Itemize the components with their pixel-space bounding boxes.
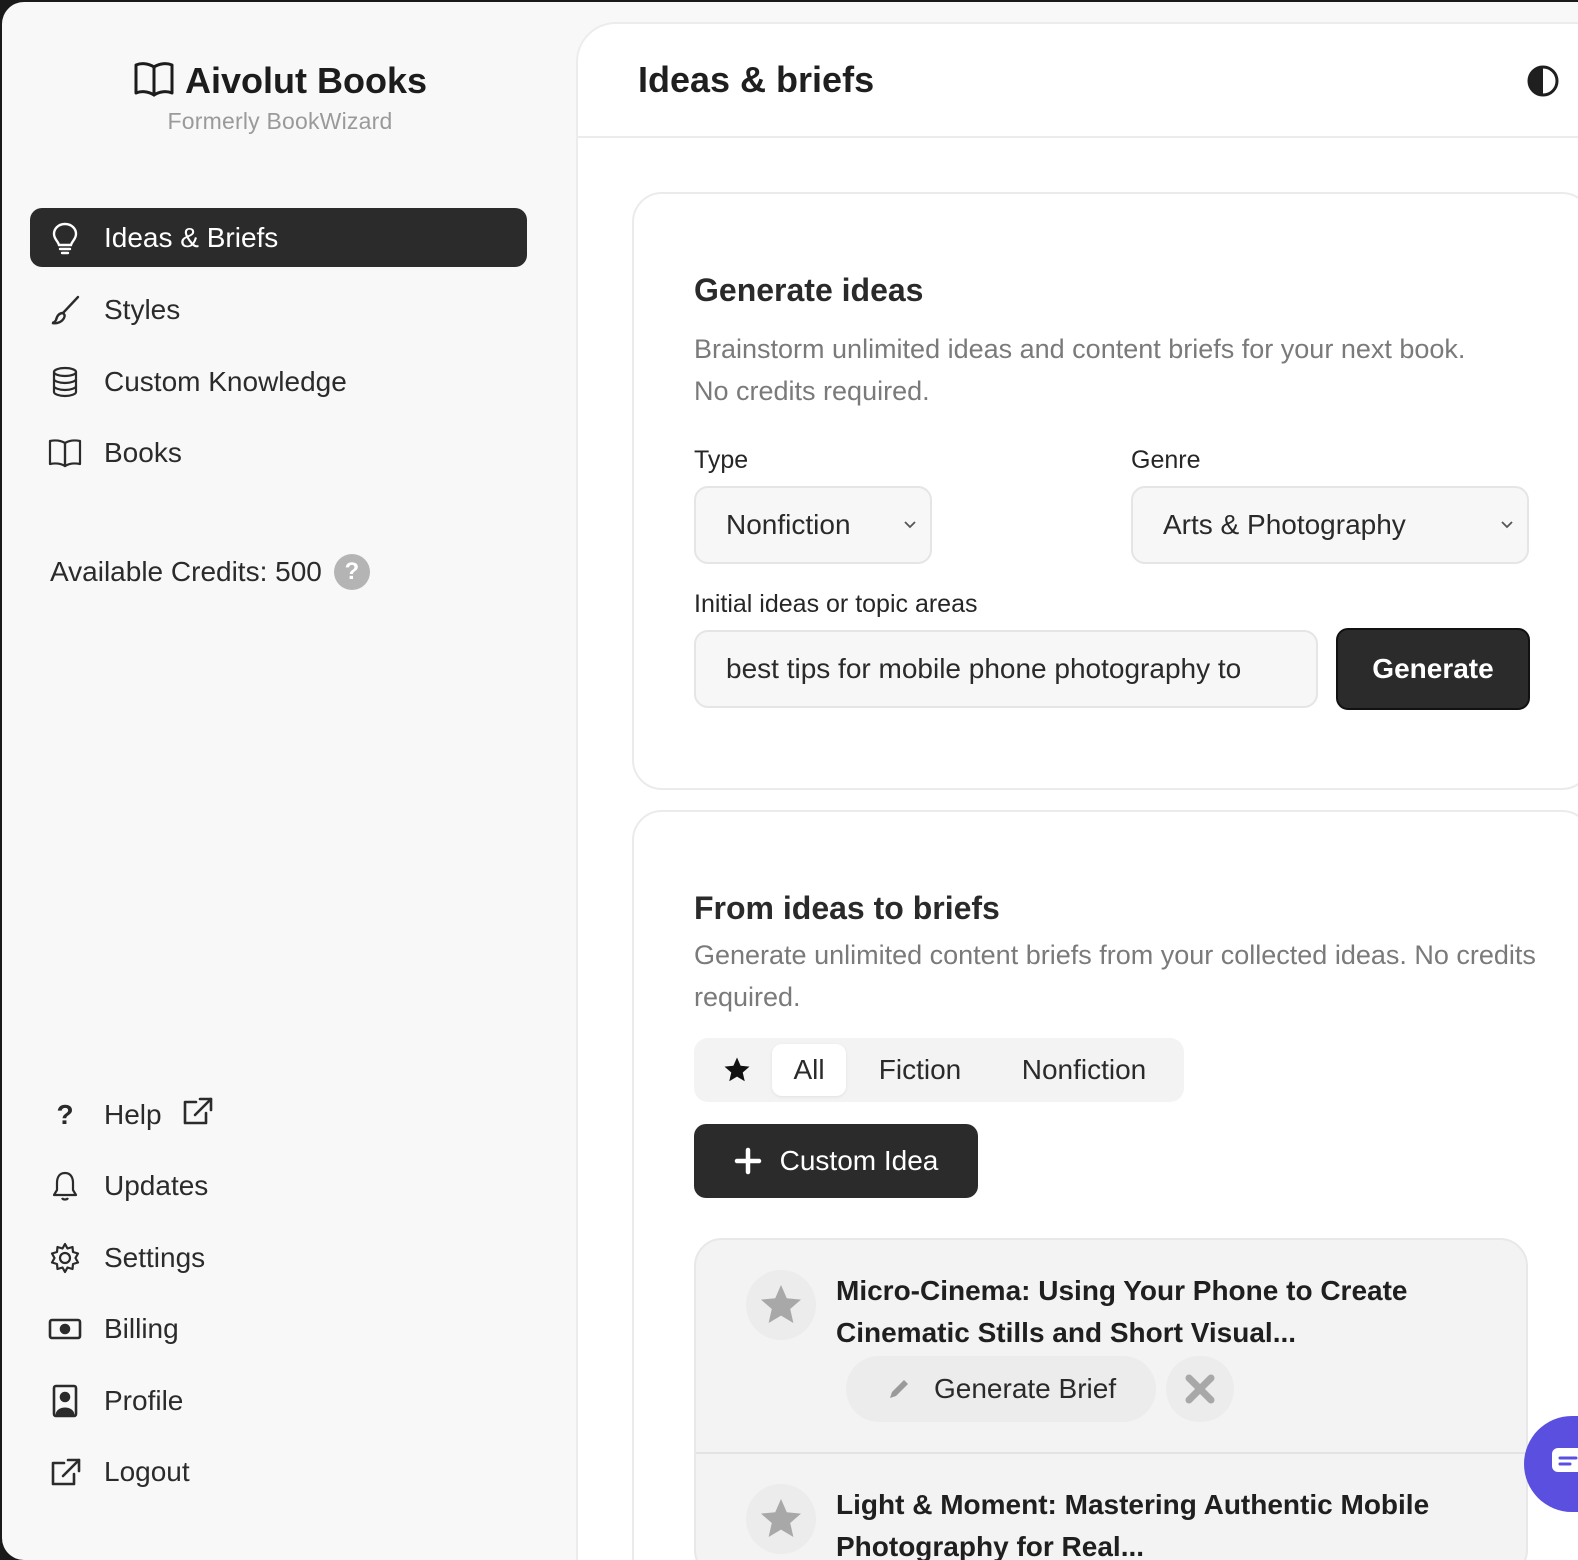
nav-label: Styles [104,293,181,325]
chevron-down-icon [1501,521,1513,529]
brand-subtitle: Formerly BookWizard [167,108,393,134]
briefs-title: From ideas to briefs [694,890,1000,926]
genre-select-value: Arts & Photography [1163,509,1406,540]
credits-label: Available Credits: 500 [50,556,322,587]
generate-ideas-card: Generate ideas Brainstorm unlimited idea… [632,192,1578,790]
topic-label: Initial ideas or topic areas [694,590,978,618]
close-icon [1185,1374,1215,1404]
sidebar: Aivolut Books Formerly BookWizard Ideas … [2,2,576,1560]
bell-icon [48,1169,82,1203]
nav-label: Billing [104,1312,179,1344]
nav-ideas-briefs[interactable]: Ideas & Briefs [30,208,527,267]
nav-settings[interactable]: Settings [30,1228,527,1287]
idea-filter-tabs: All Fiction Nonfiction [694,1038,1184,1102]
credits-help-icon[interactable]: ? [333,554,370,590]
nav-label: Help [104,1098,162,1130]
money-icon [48,1312,82,1346]
idea-title[interactable]: Micro-Cinema: Using Your Phone to Create… [836,1270,1476,1354]
brand: Aivolut Books Formerly BookWizard [2,60,558,135]
plus-icon [734,1147,761,1175]
generate-button[interactable]: Generate [1336,628,1530,710]
nav-label: Profile [104,1384,184,1416]
theme-toggle-icon[interactable] [1526,64,1560,98]
book-icon [48,436,82,470]
gear-icon [48,1241,82,1275]
app-window: Aivolut Books Formerly BookWizard Ideas … [2,2,1578,1560]
main-panel: Ideas & briefs Generate ideas Brainstorm… [576,22,1578,1560]
database-icon [48,365,82,399]
custom-idea-label: Custom Idea [779,1145,939,1176]
type-select-value: Nonfiction [726,509,851,540]
star-icon[interactable] [746,1270,816,1340]
remove-idea-button[interactable] [1166,1356,1234,1422]
pencil-icon [890,1380,908,1398]
chevron-down-icon [904,521,916,529]
star-icon[interactable] [746,1484,816,1554]
brush-icon [48,293,82,327]
favorites-star-icon[interactable] [702,1044,772,1096]
page-title: Ideas & briefs [638,59,875,100]
page-header: Ideas & briefs [578,24,1578,138]
briefs-card: From ideas to briefs Generate unlimited … [632,810,1578,1560]
nav-label: Books [104,436,182,468]
logout-icon [48,1455,82,1489]
nav-styles[interactable]: Styles [30,280,527,339]
idea-item: Micro-Cinema: Using Your Phone to Create… [696,1240,1526,1454]
nav-profile[interactable]: Profile [30,1371,527,1430]
external-link-icon [180,1096,214,1133]
genre-label: Genre [1131,446,1201,474]
generate-brief-button[interactable]: Generate Brief [846,1356,1156,1422]
lightbulb-icon [48,221,82,255]
generate-brief-label: Generate Brief [934,1373,1117,1404]
nav-label: Updates [104,1169,209,1201]
nav-label: Settings [104,1241,206,1273]
nav-label: Custom Knowledge [104,365,347,397]
briefs-description: Generate unlimited content briefs from y… [694,940,1536,1012]
available-credits: Available Credits: 500 ? [50,554,370,590]
nav-logout[interactable]: Logout [30,1442,527,1501]
idea-title[interactable]: Light & Moment: Mastering Authentic Mobi… [836,1484,1476,1560]
type-select[interactable]: Nonfiction [694,486,932,564]
nav-custom-knowledge[interactable]: Custom Knowledge [30,352,527,411]
idea-item: Light & Moment: Mastering Authentic Mobi… [696,1454,1526,1560]
topic-input[interactable]: best tips for mobile phone photography t… [694,630,1318,708]
filter-all[interactable]: All [772,1044,846,1096]
nav-help[interactable]: ? Help [30,1085,527,1144]
question-icon: ? [56,1098,74,1130]
generate-ideas-description: Brainstorm unlimited ideas and content b… [694,334,1466,406]
generate-ideas-title: Generate ideas [694,272,924,308]
filter-fiction[interactable]: Fiction [846,1044,994,1096]
idea-list: Micro-Cinema: Using Your Phone to Create… [694,1238,1528,1560]
nav-label: Logout [104,1455,190,1487]
book-logo-icon [133,61,175,102]
type-label: Type [694,446,749,474]
nav-label: Ideas & Briefs [104,221,279,253]
nav-books[interactable]: Books [30,423,527,482]
brand-title: Aivolut Books [184,60,427,101]
custom-idea-button[interactable]: Custom Idea [694,1124,978,1198]
filter-nonfiction[interactable]: Nonfiction [994,1044,1174,1096]
genre-select[interactable]: Arts & Photography [1131,486,1529,564]
nav-billing[interactable]: Billing [30,1299,527,1358]
nav-updates[interactable]: Updates [30,1156,527,1215]
profile-icon [48,1384,82,1418]
